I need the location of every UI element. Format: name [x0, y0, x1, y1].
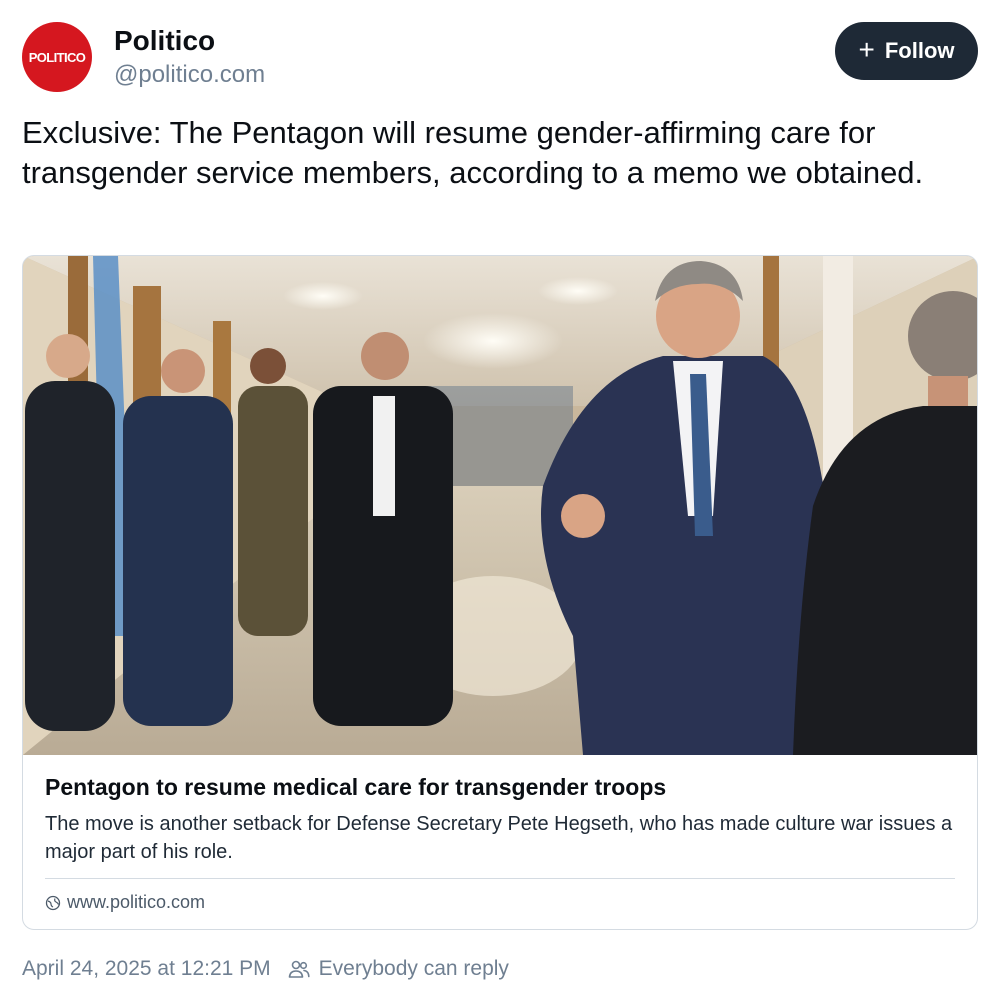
post-text: Exclusive: The Pentagon will resume gend… [22, 115, 924, 190]
link-card-domain: www.politico.com [45, 892, 205, 913]
follow-button[interactable]: + Follow [835, 22, 978, 80]
post-footer: April 24, 2025 at 12:21 PM Everybody can… [22, 957, 509, 981]
link-card-image[interactable] [23, 256, 977, 755]
link-card-title: Pentagon to resume medical care for tran… [45, 774, 667, 800]
author-avatar[interactable]: POLITICO [22, 22, 92, 92]
post-timestamp[interactable]: April 24, 2025 at 12:21 PM [22, 957, 271, 981]
reply-setting[interactable]: Everybody can reply [287, 957, 509, 981]
link-card-description: The move is another setback for Defense … [45, 813, 953, 863]
author-display-name[interactable]: Politico [114, 24, 265, 58]
hallway-photo [23, 256, 977, 755]
link-card-body: Pentagon to resume medical care for tran… [45, 772, 955, 866]
post-header: POLITICO Politico @politico.com + Follow [22, 22, 978, 94]
follow-button-label: Follow [884, 38, 955, 63]
plus-icon: + [858, 34, 875, 65]
author-name-block: Politico @politico.com [114, 24, 265, 92]
reply-setting-label: Everybody can reply [318, 957, 509, 980]
avatar-logo-text: POLITICO [28, 49, 86, 65]
link-card[interactable]: Pentagon to resume medical care for tran… [22, 255, 978, 930]
link-card-divider [45, 878, 955, 879]
globe-icon [45, 895, 61, 910]
link-card-domain-text: www.politico.com [67, 892, 206, 912]
people-icon [288, 960, 310, 978]
author-handle[interactable]: @politico.com [114, 58, 265, 92]
